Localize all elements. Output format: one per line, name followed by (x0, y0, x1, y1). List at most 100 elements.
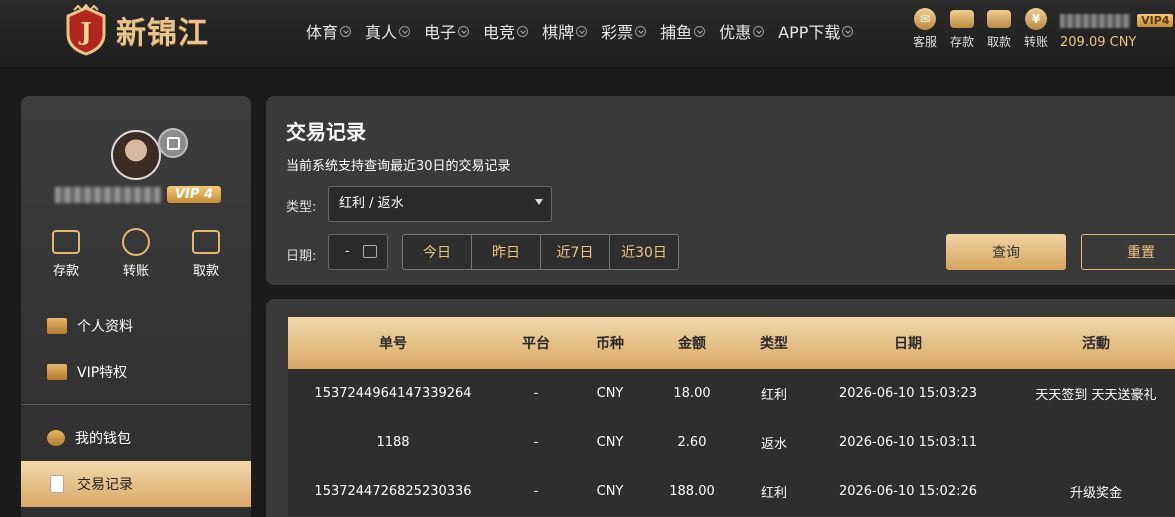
page-subtitle: 当前系统支持查询最近30日的交易记录 (286, 159, 511, 174)
cell-type: 红利 (760, 388, 787, 403)
quick-range-group: 今日 昨日 近7日 近30日 (402, 234, 679, 270)
nav-fishing[interactable]: 捕鱼 (660, 20, 706, 42)
nav-label: APP下载 (778, 23, 841, 42)
table-row: 1188 - CNY 2.60 返水 2026-06-10 15:03:11 (288, 418, 1175, 467)
sidebar-item-transactions[interactable]: 交易记录 (21, 461, 251, 507)
chevron-down-icon (458, 25, 470, 37)
sidebar-item-profile[interactable]: 个人资料 (21, 303, 251, 349)
nav-live-casino[interactable]: 真人 (365, 20, 411, 42)
cell-type: 红利 (760, 486, 787, 501)
chevron-down-icon (517, 25, 529, 37)
nav-label: 彩票 (601, 23, 634, 42)
table-row: 1537244726825230336 - CNY 188.00 红利 2026… (288, 467, 1175, 516)
sidebar-divider (21, 404, 251, 405)
chevron-down-icon (842, 25, 854, 37)
sidebar-actions: 存款 转账 取款 (21, 228, 251, 279)
reset-button[interactable]: 重置 (1081, 234, 1175, 270)
quick-label: 客服 (912, 35, 937, 49)
sidebar-item-label: 我的钱包 (75, 431, 131, 447)
quick-withdraw[interactable]: 取款 (981, 8, 1017, 50)
range-7days-button[interactable]: 近7日 (540, 234, 610, 270)
cell-date: 2026-06-10 15:03:11 (838, 435, 978, 450)
type-select[interactable]: 红利 / 返水 (328, 186, 552, 222)
account-sidebar: VIP 4 存款 转账 取款 个人资料 VIP特权 我的钱包 交易记录 (21, 96, 251, 517)
sidebar-item-label: 交易记录 (77, 477, 133, 493)
table-header: 单号 平台 币种 金额 类型 日期 活動 (288, 317, 1175, 369)
nav-label: 电子 (424, 23, 457, 42)
nav-esports[interactable]: 电竞 (483, 20, 529, 42)
quick-deposit[interactable]: 存款 (944, 8, 980, 50)
balance: 209.09 CNY (1060, 35, 1137, 50)
id-card-icon (47, 318, 67, 334)
page-title: 交易记录 (286, 120, 366, 144)
quick-transfer[interactable]: ¥ 转账 (1018, 8, 1054, 50)
nav-slots[interactable]: 电子 (424, 20, 470, 42)
edit-avatar-button[interactable] (158, 128, 188, 158)
sidebar-item-label: VIP特权 (77, 365, 128, 381)
action-label: 取款 (192, 264, 219, 279)
wallet-icon (950, 10, 974, 28)
sidebar-transfer-button[interactable]: 转账 (106, 228, 166, 279)
nav-label: 电竞 (483, 23, 516, 42)
cell-date: 2026-06-10 15:02:26 (838, 484, 978, 499)
avatar (111, 130, 161, 180)
edit-icon (166, 136, 180, 150)
range-30days-button[interactable]: 近30日 (609, 234, 679, 270)
chevron-down-icon (753, 25, 765, 37)
sidebar-item-wallet[interactable]: 我的钱包 (21, 415, 251, 461)
username-blurred (55, 186, 161, 203)
filter-panel: 交易记录 当前系统支持查询最近30日的交易记录 类型: 红利 / 返水 日期: … (266, 96, 1175, 285)
brand-logo[interactable]: J 新锦江 (60, 3, 209, 56)
main-nav: 体育 真人 电子 电竞 棋牌 彩票 捕鱼 优惠 APP下载 (306, 20, 867, 42)
type-select-value: 红利 / 返水 (339, 196, 404, 211)
action-label: 存款 (52, 264, 79, 279)
sidebar-user: VIP 4 (55, 186, 221, 203)
nav-cards[interactable]: 棋牌 (542, 20, 588, 42)
nav-label: 优惠 (719, 23, 752, 42)
nav-lottery[interactable]: 彩票 (601, 20, 647, 42)
sidebar-deposit-button[interactable]: 存款 (36, 230, 96, 279)
records-panel: 单号 平台 币种 金额 类型 日期 活動 1537244964147339264… (266, 299, 1175, 517)
nav-sports[interactable]: 体育 (306, 20, 352, 42)
logo-crest-icon: J (60, 3, 112, 56)
header-user[interactable]: VIP4 209.09 CNY (1060, 10, 1175, 50)
sidebar-menu-wallet-group: 我的钱包 交易记录 (21, 415, 251, 507)
query-button[interactable]: 查询 (946, 234, 1066, 270)
sidebar-menu-profile-group: 个人资料 VIP特权 (21, 303, 251, 395)
date-range-input[interactable]: - (328, 234, 388, 270)
chevron-down-icon (576, 25, 588, 37)
table-row: 1537244964147339264 - CNY 18.00 红利 2026-… (288, 369, 1175, 418)
quick-support[interactable]: ✉ 客服 (907, 8, 943, 50)
chevron-down-icon (399, 25, 411, 37)
column-header: 类型 (760, 336, 788, 352)
username-blurred (1060, 13, 1130, 28)
nav-label: 体育 (306, 23, 339, 42)
document-icon (50, 475, 64, 493)
chevron-down-icon (694, 25, 706, 37)
transfer-icon (122, 228, 150, 256)
cell-amount: 18.00 (673, 386, 711, 401)
action-label: 转账 (122, 264, 149, 279)
date-label: 日期: (286, 249, 317, 264)
range-today-button[interactable]: 今日 (402, 234, 472, 270)
caret-down-icon (535, 199, 543, 205)
quick-label: 取款 (986, 35, 1011, 49)
cell-order-id: 1188 (376, 435, 410, 450)
sidebar-item-vip[interactable]: VIP特权 (21, 349, 251, 395)
column-header: 单号 (379, 336, 407, 352)
calendar-icon (363, 245, 377, 258)
card-icon (192, 230, 220, 254)
nav-promotions[interactable]: 优惠 (719, 20, 765, 42)
column-header: 活動 (1082, 336, 1110, 352)
vip-badge: VIP4 (1137, 14, 1174, 27)
chevron-down-icon (635, 25, 647, 37)
cell-activity: 天天签到 天天送豪礼 (1035, 388, 1157, 403)
column-header: 日期 (894, 336, 922, 352)
sidebar-item-label: 个人资料 (77, 319, 133, 335)
nav-app-download[interactable]: APP下载 (778, 20, 854, 42)
cell-order-id: 1537244964147339264 (314, 386, 472, 401)
sidebar-withdraw-button[interactable]: 取款 (176, 230, 236, 279)
date-range-value: - (345, 244, 350, 259)
range-yesterday-button[interactable]: 昨日 (471, 234, 541, 270)
vip-level-badge: VIP 4 (167, 186, 221, 203)
